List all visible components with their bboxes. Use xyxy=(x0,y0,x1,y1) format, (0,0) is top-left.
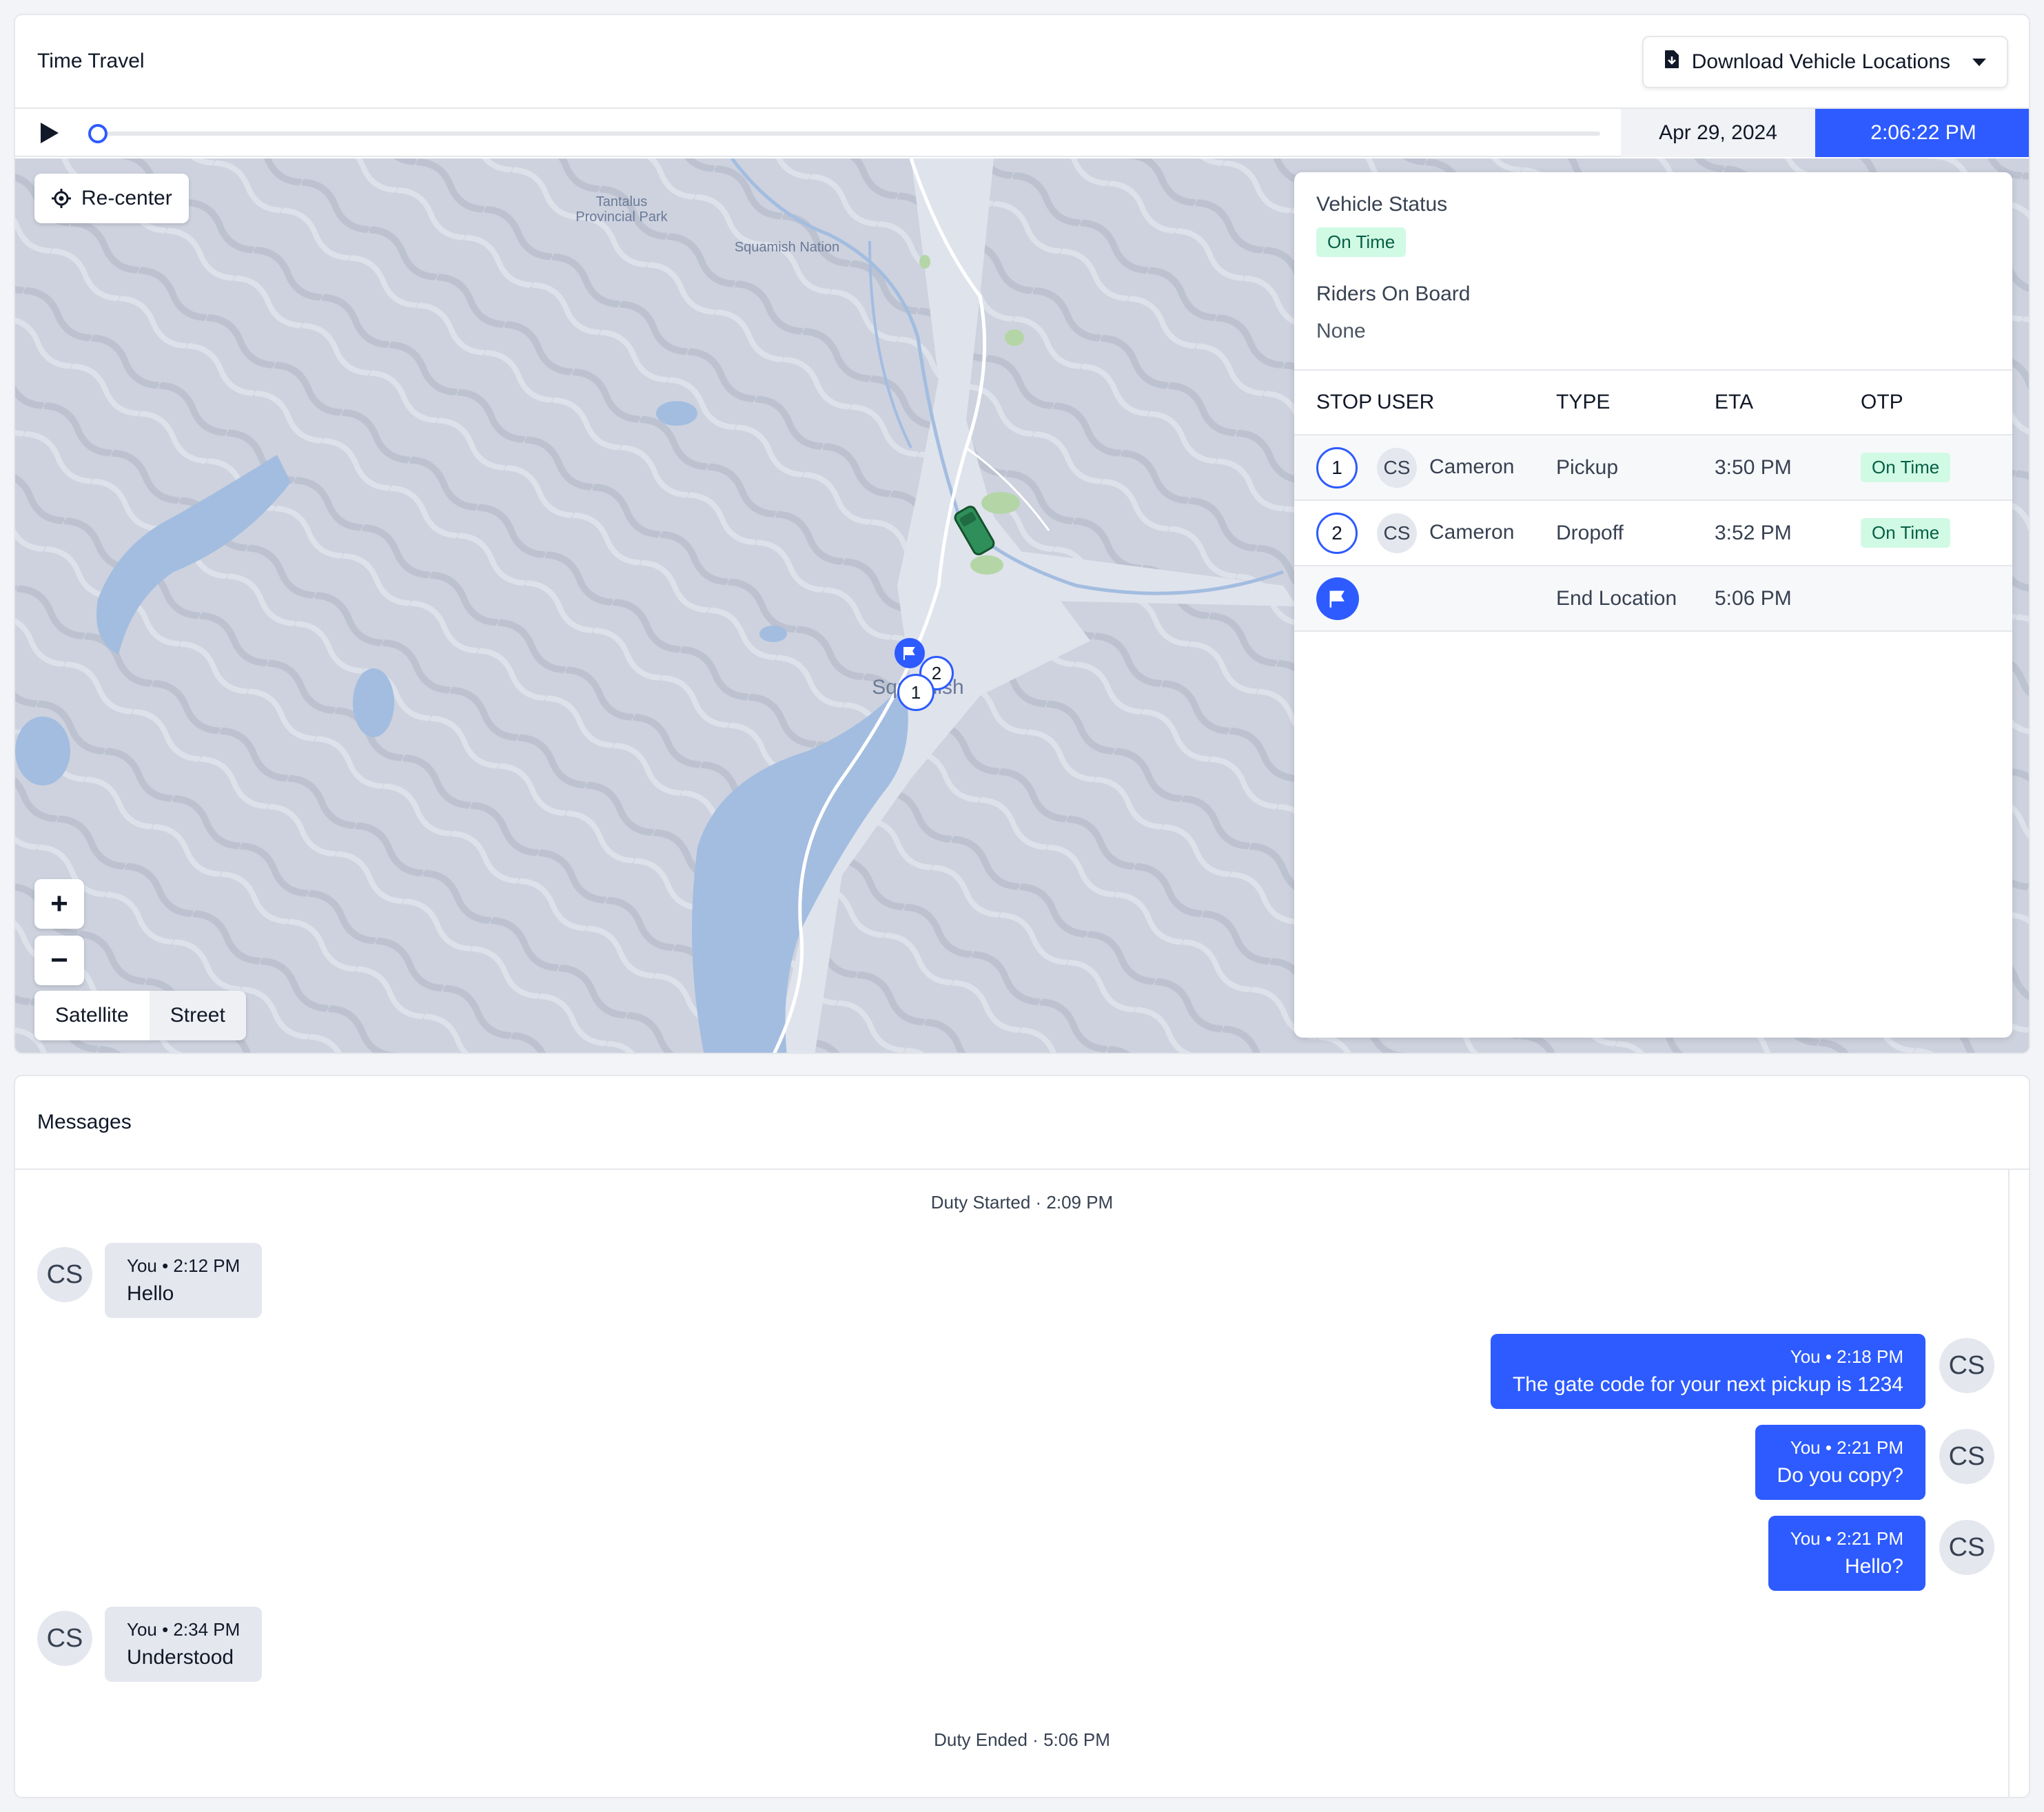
stop-type: Pickup xyxy=(1556,435,1715,501)
message-text: Understood xyxy=(127,1646,234,1669)
stop-type: Dropoff xyxy=(1556,500,1715,566)
user-cell-empty xyxy=(1377,566,1556,632)
avatar: CS xyxy=(37,1247,92,1302)
vehicle-status-badge-wrap: On Time xyxy=(1316,227,1407,257)
stop-eta: 3:50 PM xyxy=(1715,435,1861,501)
messages-card: Messages Duty Started · 2:09 PM CS You •… xyxy=(14,1075,2030,1798)
col-type: TYPE xyxy=(1556,369,1715,435)
file-download-icon xyxy=(1664,50,1679,74)
stop-number-badge: 1 xyxy=(1316,446,1358,488)
map-view[interactable]: Tantalus Provincial Park Squamish Nation… xyxy=(15,158,2029,1053)
map-label-nation: Squamish Nation xyxy=(734,240,840,255)
user-name: Cameron xyxy=(1429,455,1515,478)
recenter-button[interactable]: Re-center xyxy=(34,174,189,223)
zoom-in-button[interactable]: + xyxy=(34,879,84,929)
message-bubble: You • 2:12 PM Hello xyxy=(105,1243,263,1318)
otp-badge: On Time xyxy=(1861,453,1951,482)
vehicle-status-panel: Vehicle Status On Time Riders On Board N… xyxy=(1294,172,2012,1038)
map-type-toggle: Satellite Street xyxy=(34,991,246,1040)
flag-icon xyxy=(1329,590,1345,608)
zoom-out-button[interactable]: − xyxy=(34,936,84,985)
stops-table: STOP USER TYPE ETA OTP 1 CS Cameron Picku… xyxy=(1294,369,2012,632)
avatar: CS xyxy=(1377,513,1417,553)
vehicle-marker[interactable] xyxy=(954,503,995,562)
table-row[interactable]: 1 CS Cameron Pickup 3:50 PM On Time xyxy=(1294,435,2012,501)
messages-list[interactable]: Duty Started · 2:09 PM CS You • 2:12 PM … xyxy=(15,1170,2029,1797)
col-stop: STOP xyxy=(1294,369,1377,435)
avatar: CS xyxy=(1939,1520,1994,1575)
avatar: CS xyxy=(1377,447,1417,488)
stop-eta: 3:52 PM xyxy=(1715,500,1861,566)
end-location-marker[interactable] xyxy=(895,638,925,668)
duty-ended-notice: Duty Ended · 5:06 PM xyxy=(934,1729,1110,1750)
message-bubble: You • 2:34 PM Understood xyxy=(105,1607,263,1682)
flag-icon xyxy=(903,647,915,660)
messages-title: Messages xyxy=(37,1111,132,1133)
avatar: CS xyxy=(1939,1429,1994,1484)
message-meta: You • 2:18 PM xyxy=(1790,1346,1903,1367)
bus-icon xyxy=(954,505,995,556)
vehicle-status-badge: On Time xyxy=(1316,227,1407,257)
stop-eta: 5:06 PM xyxy=(1715,566,1861,632)
street-toggle[interactable]: Street xyxy=(149,991,246,1040)
user-name: Cameron xyxy=(1429,520,1515,544)
col-user: USER xyxy=(1377,369,1556,435)
messages-header: Messages xyxy=(15,1076,2029,1170)
satellite-toggle[interactable]: Satellite xyxy=(34,991,150,1040)
col-otp: OTP xyxy=(1861,369,2012,435)
chevron-down-icon[interactable] xyxy=(1972,58,1986,66)
end-location-badge xyxy=(1316,577,1359,620)
time-travel-title: Time Travel xyxy=(37,50,145,72)
stops-table-header: STOP USER TYPE ETA OTP xyxy=(1294,369,2012,435)
vehicle-status-label: Vehicle Status xyxy=(1316,193,1448,216)
download-button-label: Download Vehicle Locations xyxy=(1691,50,1950,73)
time-travel-card: Time Travel Download Vehicle Locations A… xyxy=(14,14,2030,1054)
table-row[interactable]: 2 CS Cameron Dropoff 3:52 PM On Time xyxy=(1294,500,2012,566)
scrollbar[interactable] xyxy=(2008,1170,2010,1797)
stop-marker-1[interactable]: 1 xyxy=(897,674,934,711)
playback-slider-track[interactable] xyxy=(98,132,1600,136)
message-bubble: You • 2:18 PM The gate code for your nex… xyxy=(1490,1334,1925,1409)
avatar: CS xyxy=(37,1611,92,1666)
message-text: The gate code for your next pickup is 12… xyxy=(1512,1373,1903,1396)
playback-date[interactable]: Apr 29, 2024 xyxy=(1621,109,1815,157)
message-meta: You • 2:12 PM xyxy=(127,1255,241,1276)
recenter-label: Re-center xyxy=(81,187,172,209)
playback-bar: Apr 29, 2024 2:06:22 PM xyxy=(15,109,2029,157)
crosshair-icon xyxy=(52,189,71,208)
riders-on-board-value: None xyxy=(1316,320,1366,342)
message-bubble: You • 2:21 PM Hello? xyxy=(1768,1516,1925,1591)
play-button[interactable] xyxy=(36,119,63,147)
table-row[interactable]: End Location 5:06 PM xyxy=(1294,566,2012,632)
message-meta: You • 2:21 PM xyxy=(1790,1528,1903,1549)
play-icon xyxy=(41,123,59,143)
message-text: Do you copy? xyxy=(1777,1464,1903,1487)
otp-cell-empty xyxy=(1861,566,2012,632)
download-vehicle-locations-button[interactable]: Download Vehicle Locations xyxy=(1642,36,2008,88)
stop-type: End Location xyxy=(1556,566,1715,632)
message-text: Hello? xyxy=(1844,1555,1903,1578)
map-label-park: Tantalus Provincial Park xyxy=(575,194,668,225)
col-eta: ETA xyxy=(1715,369,1861,435)
message-text: Hello xyxy=(127,1282,174,1305)
duty-started-notice: Duty Started · 2:09 PM xyxy=(930,1192,1114,1213)
otp-badge: On Time xyxy=(1861,518,1951,548)
message-meta: You • 2:34 PM xyxy=(127,1619,241,1640)
message-bubble: You • 2:21 PM Do you copy? xyxy=(1755,1425,1925,1500)
avatar: CS xyxy=(1939,1338,1994,1393)
playback-slider-thumb[interactable] xyxy=(88,124,108,143)
message-meta: You • 2:21 PM xyxy=(1790,1437,1903,1458)
stop-number-badge: 2 xyxy=(1316,512,1358,554)
playback-time[interactable]: 2:06:22 PM xyxy=(1815,109,2029,157)
riders-on-board-label: Riders On Board xyxy=(1316,282,1471,305)
